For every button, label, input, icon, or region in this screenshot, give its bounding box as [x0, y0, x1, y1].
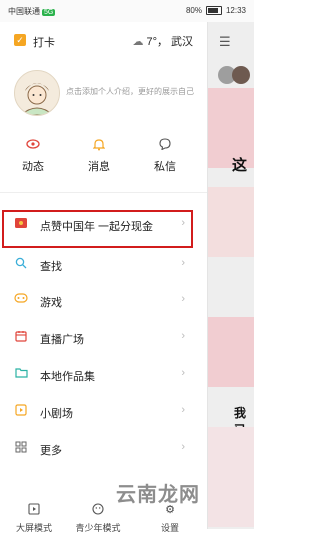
chat-bubble-icon — [140, 138, 190, 154]
menu-item-games[interactable]: 游戏 › — [0, 286, 207, 316]
grid-icon — [14, 441, 28, 455]
menu-item-more[interactable]: 更多 › — [0, 434, 207, 464]
carrier-name: 中国联通 — [8, 7, 40, 16]
quick-actions: 动态 消息 私信 — [0, 138, 207, 178]
red-envelope-icon — [14, 217, 28, 231]
menu-item-label: 本地作品集 — [40, 371, 95, 383]
time: 12:33 — [225, 6, 246, 15]
underlying-feed[interactable]: ☰ 这 我已 — [207, 22, 254, 529]
gamepad-icon — [14, 293, 28, 307]
quick-action-messages[interactable]: 消息 — [74, 138, 124, 174]
menu-item-local-works[interactable]: 本地作品集 › — [0, 360, 207, 390]
feed-card — [208, 88, 254, 168]
bottom-bar-label: 大屏模式 — [15, 523, 52, 533]
menu-item-label: 查找 — [40, 261, 62, 273]
watermark: 云南龙网 — [116, 484, 200, 506]
chevron-right-icon: › — [181, 293, 185, 305]
folder-icon — [14, 367, 28, 381]
chevron-right-icon: › — [181, 257, 185, 269]
feed-card — [208, 187, 254, 257]
status-bar: 中国联通 5G 80% 12:33 — [0, 0, 254, 22]
menu-item-label: 小剧场 — [40, 408, 73, 420]
quick-action-label: 动态 — [22, 161, 44, 173]
menu-item-label: 更多 — [40, 445, 62, 457]
bell-icon — [74, 138, 124, 154]
divider — [0, 192, 207, 193]
menu-item-search[interactable]: 查找 › — [0, 250, 207, 280]
checkin-label: 打卡 — [33, 37, 55, 49]
menu-item-live-square[interactable]: 直播广场 › — [0, 323, 207, 353]
chevron-right-icon: › — [181, 367, 185, 379]
quick-action-private-message[interactable]: 私信 — [140, 138, 190, 174]
eye-icon — [8, 138, 58, 154]
calendar-icon — [14, 330, 28, 344]
battery-icon — [205, 6, 222, 15]
quick-action-dynamic[interactable]: 动态 — [8, 138, 58, 174]
play-icon — [14, 404, 28, 418]
menu-item-label: 点赞中国年 一起分现金 — [40, 221, 154, 233]
menu-item-label: 游戏 — [40, 297, 62, 309]
large-screen-mode-button[interactable]: 大屏模式 — [4, 503, 64, 534]
side-drawer: ✓ 打卡 ☁ 7°， 武汉 点击添加个人介绍，更好的展示自己 动态 消息 私信 … — [0, 22, 207, 533]
avatar[interactable] — [14, 70, 60, 116]
youth-mode-button[interactable]: 青少年模式 — [68, 503, 128, 534]
checkin-row[interactable]: ✓ 打卡 ☁ 7°， 武汉 — [0, 30, 207, 54]
feed-card — [208, 427, 254, 527]
chevron-right-icon: › — [181, 404, 185, 416]
carrier: 中国联通 5G — [8, 6, 56, 17]
cloud-icon: ☁ — [132, 35, 144, 48]
checkin-icon: ✓ — [14, 34, 26, 46]
network-badge: 5G — [42, 9, 56, 16]
search-icon — [14, 257, 28, 271]
chevron-right-icon: › — [181, 441, 185, 453]
menu-item-red-envelope[interactable]: 点赞中国年 一起分现金 › — [0, 210, 207, 240]
bottom-bar-label: 青少年模式 — [75, 523, 121, 533]
weather: ☁ 7°， 武汉 — [132, 33, 193, 49]
menu-item-mini-theater[interactable]: 小剧场 › — [0, 397, 207, 427]
weather-temp: 7°， — [146, 36, 168, 48]
feed-card — [208, 317, 254, 387]
weather-city: 武汉 — [171, 36, 193, 48]
chevron-right-icon: › — [181, 330, 185, 342]
quick-action-label: 私信 — [154, 161, 176, 173]
profile-intro-hint[interactable]: 点击添加个人介绍，更好的展示自己 — [66, 86, 196, 97]
feed-card-text: 这 — [232, 157, 248, 174]
chevron-right-icon: › — [181, 217, 185, 229]
settings-button[interactable]: ⚙ 设置 — [140, 503, 200, 534]
battery-text: 80% — [185, 6, 202, 15]
avatar — [232, 66, 250, 84]
hamburger-menu-icon[interactable]: ☰ — [219, 34, 231, 50]
feed-avatars — [218, 66, 254, 86]
quick-action-label: 消息 — [88, 161, 110, 173]
menu-item-label: 直播广场 — [40, 334, 84, 346]
screen-mode-icon — [4, 503, 64, 517]
bottom-bar-label: 设置 — [160, 523, 179, 533]
